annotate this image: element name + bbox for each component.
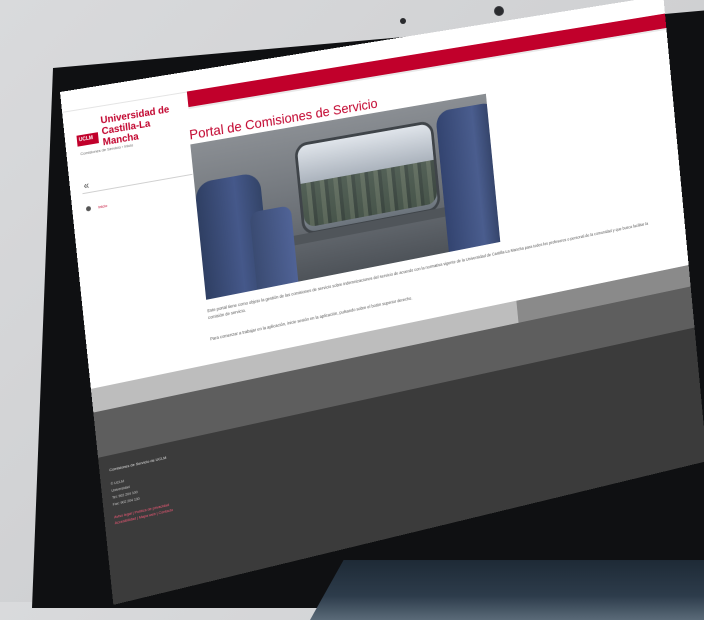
sidebar-divider	[82, 173, 193, 195]
home-icon	[85, 206, 92, 212]
sidebar-item-home[interactable]: Inicio	[85, 197, 108, 219]
collapse-sidebar-icon[interactable]: «	[83, 180, 90, 192]
uclm-logo-icon[interactable]: UCLM	[76, 132, 99, 147]
camera-sensor-icon	[494, 6, 504, 16]
logo-text: UCLM	[78, 135, 94, 144]
laptop-keyboard	[310, 560, 704, 620]
camera-icon	[400, 18, 406, 24]
laptop: UCLM Universidad de Castilla-La Mancha C…	[10, 0, 704, 620]
browser-top-bar	[60, 0, 666, 113]
university-name[interactable]: Universidad de Castilla-La Mancha	[100, 102, 189, 148]
sidebar-item-label: Inicio	[97, 203, 108, 210]
